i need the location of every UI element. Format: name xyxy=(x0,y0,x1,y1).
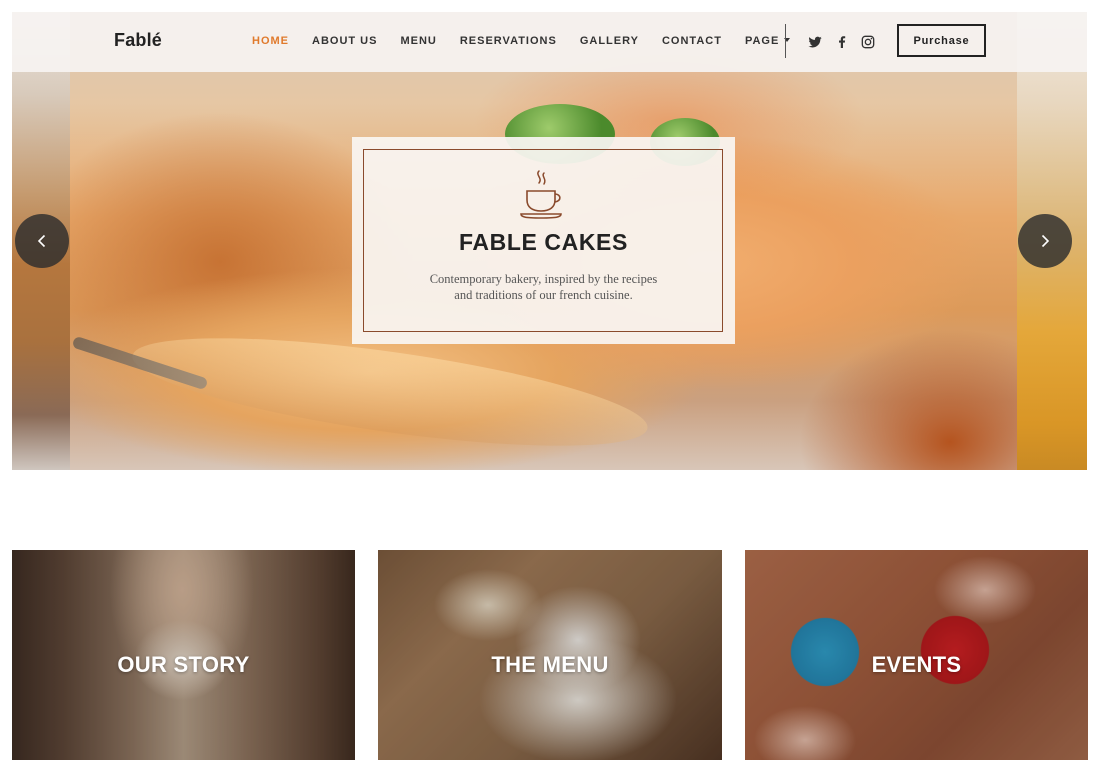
feature-tile-label: THE MENU xyxy=(491,652,609,677)
nav-divider xyxy=(785,24,786,58)
nav-item-reservations[interactable]: RESERVATIONS xyxy=(460,35,557,49)
nav-item-home[interactable]: HOME xyxy=(252,35,289,49)
nav-item-gallery[interactable]: GALLERY xyxy=(580,35,639,49)
slider-next-button[interactable] xyxy=(1018,214,1072,268)
twitter-icon[interactable] xyxy=(807,34,823,50)
main-menu: HOME ABOUT US MENU RESERVATIONS GALLERY … xyxy=(252,35,813,49)
instagram-icon[interactable] xyxy=(860,34,876,50)
hero-subtitle-line: and traditions of our french cuisine. xyxy=(454,288,633,302)
facebook-icon[interactable] xyxy=(834,34,850,50)
nav-item-contact[interactable]: CONTACT xyxy=(662,35,722,49)
hero-title: FABLE CAKES xyxy=(459,229,628,255)
feature-tile-label: EVENTS xyxy=(871,652,962,677)
chevron-right-icon xyxy=(1041,234,1050,248)
chevron-left-icon xyxy=(37,234,46,248)
feature-tile-events[interactable]: EVENTS xyxy=(745,550,1088,760)
site-logo[interactable]: Fablé xyxy=(114,30,162,51)
purchase-button[interactable]: Purchase xyxy=(897,24,986,57)
coffee-cup-icon xyxy=(520,170,562,219)
hero-subtitle-line: Contemporary bakery, inspired by the rec… xyxy=(429,272,658,286)
feature-tile-label: OUR STORY xyxy=(117,652,250,677)
hero-caption-card: FABLE CAKES Contemporary bakery, inspire… xyxy=(352,137,735,344)
hero-subtitle: Contemporary bakery, inspired by the rec… xyxy=(352,271,735,303)
feature-tile-our-story[interactable]: OUR STORY xyxy=(12,550,355,760)
hero-slider: Fablé HOME ABOUT US MENU RESERVATIONS GA… xyxy=(12,12,1087,470)
nav-item-about-us[interactable]: ABOUT US xyxy=(312,35,377,49)
navbar-inner: Fablé HOME ABOUT US MENU RESERVATIONS GA… xyxy=(70,12,1017,72)
nav-item-page-label: PAGE xyxy=(744,35,780,47)
nav-item-page-dropdown[interactable]: PAGE xyxy=(744,35,791,49)
slider-prev-button[interactable] xyxy=(15,214,69,268)
feature-tile-the-menu[interactable]: THE MENU xyxy=(378,550,722,760)
nav-item-menu[interactable]: MENU xyxy=(400,35,436,49)
top-navbar: Fablé HOME ABOUT US MENU RESERVATIONS GA… xyxy=(12,12,1087,72)
